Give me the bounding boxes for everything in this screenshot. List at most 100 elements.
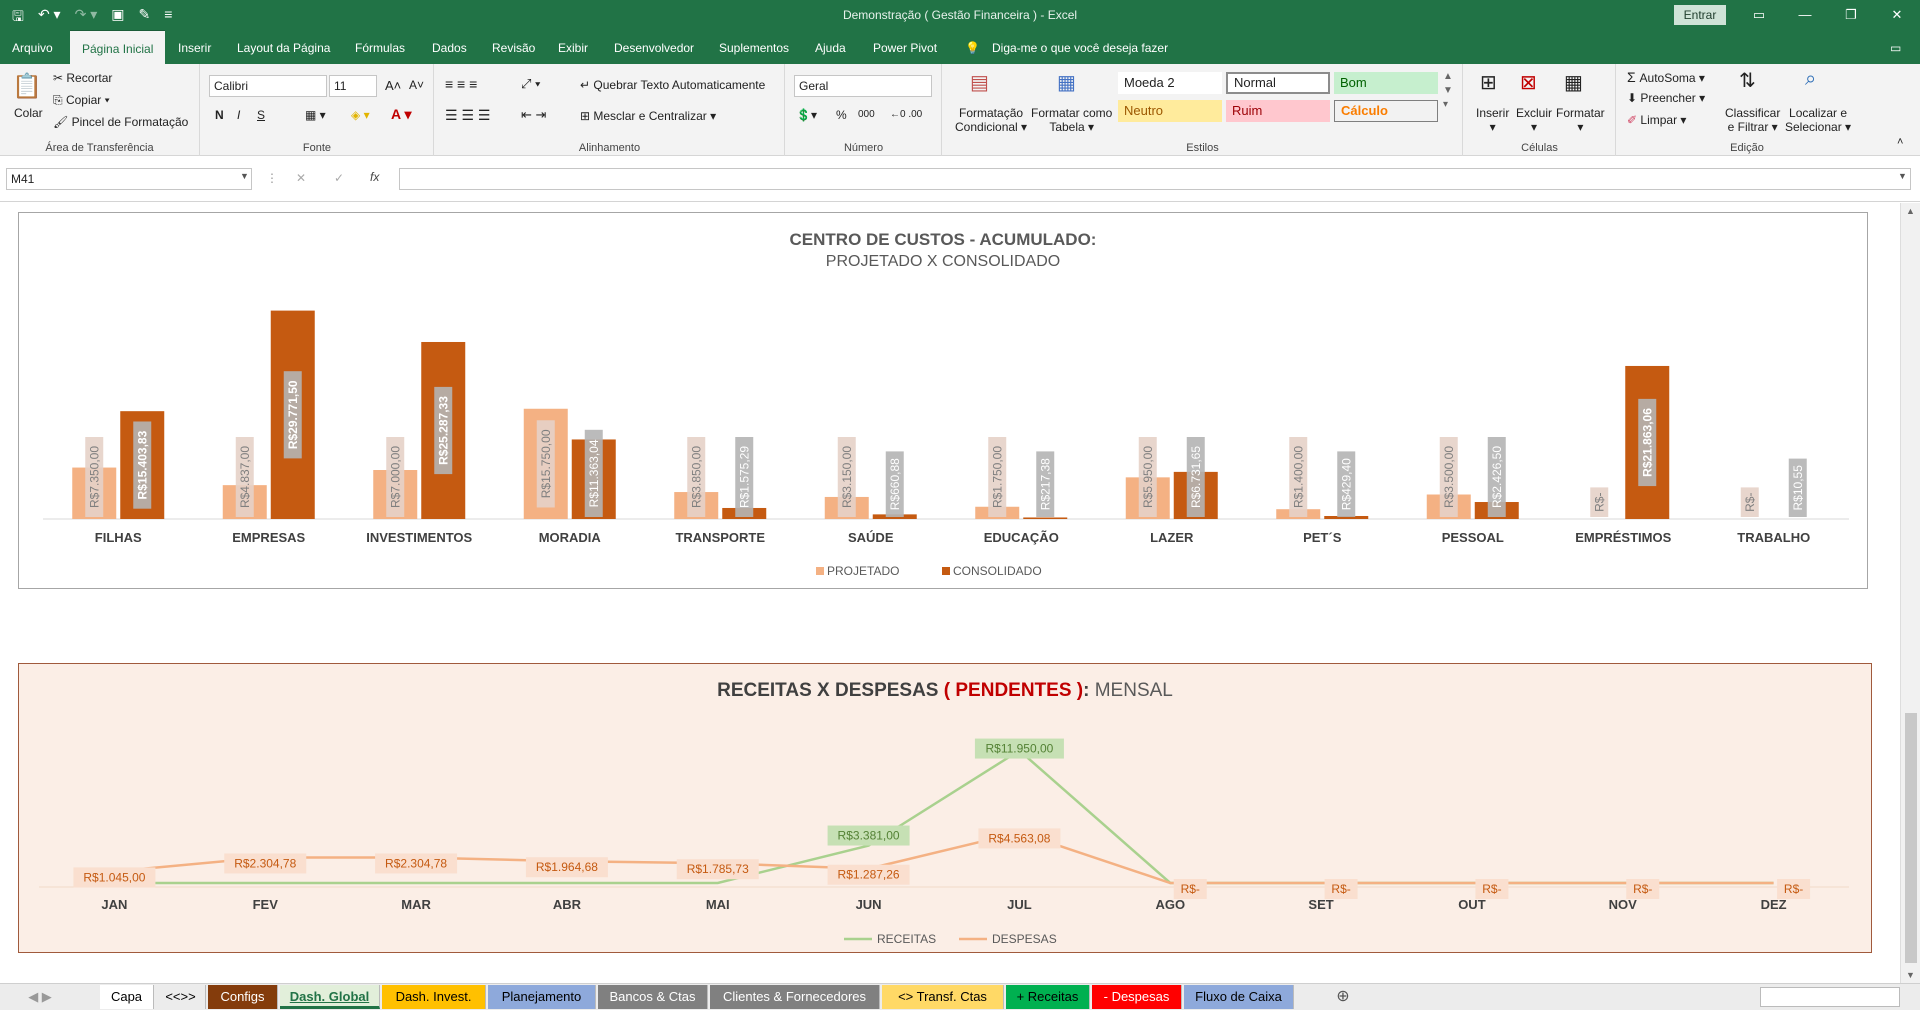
find-icon[interactable]: ⌕ bbox=[1805, 68, 1816, 91]
cut-button[interactable]: ✂ Recortar bbox=[53, 71, 112, 85]
tab-pagina-inicial[interactable]: Página Inicial bbox=[70, 30, 166, 64]
tab-suplementos[interactable]: Suplementos bbox=[719, 30, 789, 64]
tab-inserir[interactable]: Inserir bbox=[178, 30, 211, 64]
expand-formula-icon[interactable]: ▼ bbox=[1898, 171, 1907, 181]
autosum-button[interactable]: Σ AutoSoma ▾ bbox=[1627, 69, 1705, 85]
sheet-tab[interactable]: Configs bbox=[208, 985, 278, 1009]
conditional-format-icon[interactable]: ▤ bbox=[970, 70, 989, 95]
tab-layout[interactable]: Layout da Página bbox=[237, 30, 330, 64]
delete-cells-icon[interactable]: ⊠ bbox=[1520, 70, 1537, 95]
revenue-expense-chart[interactable]: RECEITAS X DESPESAS ( PENDENTES ): MENSA… bbox=[18, 663, 1872, 953]
sheet-tab[interactable]: Clientes & Fornecedores bbox=[710, 985, 880, 1009]
scroll-down-icon[interactable]: ▼ bbox=[1906, 970, 1915, 980]
sheet-tab[interactable]: Planejamento bbox=[488, 985, 596, 1009]
style-normal[interactable]: Normal bbox=[1226, 72, 1330, 94]
tab-nav-icon[interactable]: ◀ ▶ bbox=[20, 985, 60, 1009]
tab-power-pivot[interactable]: Power Pivot bbox=[873, 30, 937, 64]
insert-function-icon[interactable]: fx bbox=[370, 170, 379, 184]
decimal-icon[interactable]: ←0 .00 bbox=[890, 109, 922, 120]
style-neutro[interactable]: Neutro bbox=[1118, 100, 1222, 122]
font-color-icon[interactable]: A ▾ bbox=[391, 106, 412, 123]
style-calculo[interactable]: Cálculo bbox=[1334, 100, 1438, 122]
copy-button[interactable]: ⎘ Copiar ▾ bbox=[53, 93, 110, 108]
conditional-format-button[interactable]: Formatação Condicional ▾ bbox=[955, 106, 1027, 134]
point-label-text: R$- bbox=[1784, 882, 1803, 896]
sheet-tab[interactable]: Bancos & Ctas bbox=[598, 985, 708, 1009]
sheet-tab[interactable]: - Despesas bbox=[1092, 985, 1182, 1009]
paste-button[interactable]: Colar bbox=[14, 106, 43, 120]
tab-dados[interactable]: Dados bbox=[432, 30, 467, 64]
style-ruim[interactable]: Ruim bbox=[1226, 100, 1330, 122]
format-table-icon[interactable]: ▦ bbox=[1057, 70, 1076, 95]
clear-button[interactable]: ✐ Limpar ▾ bbox=[1627, 113, 1686, 127]
sheet-tab[interactable]: + Receitas bbox=[1006, 985, 1090, 1009]
collapse-ribbon-icon[interactable]: ˄ bbox=[1897, 136, 1903, 148]
scroll-thumb[interactable] bbox=[1905, 713, 1917, 963]
formula-input[interactable] bbox=[399, 168, 1911, 190]
format-as-table-button[interactable]: Formatar como Tabela ▾ bbox=[1031, 106, 1112, 134]
font-size-select[interactable]: 11 bbox=[329, 75, 377, 97]
cancel-icon[interactable]: ✕ bbox=[296, 171, 306, 185]
sort-filter-icon[interactable]: ⇅ bbox=[1739, 68, 1756, 93]
sheet-tab[interactable]: Dash. Invest. bbox=[382, 985, 486, 1009]
tab-desenvolvedor[interactable]: Desenvolvedor bbox=[614, 30, 694, 64]
scroll-up-icon[interactable]: ▲ bbox=[1906, 206, 1915, 216]
signin-button[interactable]: Entrar bbox=[1674, 5, 1726, 25]
comments-icon[interactable]: ▭ bbox=[1890, 30, 1901, 64]
sheet-tab[interactable]: Dash. Global bbox=[280, 985, 380, 1009]
ribbon-display-icon[interactable]: ▭ bbox=[1736, 0, 1782, 30]
find-select-button[interactable]: Localizar e Selecionar ▾ bbox=[1785, 106, 1851, 134]
worksheet[interactable]: CENTRO DE CUSTOS - ACUMULADO: PROJETADO … bbox=[0, 203, 1900, 983]
tab-formulas[interactable]: Fórmulas bbox=[355, 30, 405, 64]
insert-cells-icon[interactable]: ⊞ bbox=[1480, 70, 1497, 95]
font-name-select[interactable]: Calibri bbox=[209, 75, 327, 97]
sort-filter-button[interactable]: Classificar e Filtrar ▾ bbox=[1725, 106, 1780, 134]
shrink-font-icon[interactable]: A˅ bbox=[409, 78, 424, 92]
number-format-select[interactable]: Geral bbox=[794, 75, 932, 97]
minimize-icon[interactable]: — bbox=[1782, 0, 1828, 30]
tab-ajuda[interactable]: Ajuda bbox=[815, 30, 846, 64]
format-cells-button[interactable]: Formatar ▾ bbox=[1556, 106, 1605, 134]
tab-revisao[interactable]: Revisão bbox=[492, 30, 535, 64]
vertical-scrollbar[interactable]: ▲ ▼ bbox=[1900, 203, 1920, 983]
currency-icon[interactable]: 💲▾ bbox=[796, 108, 817, 122]
sheet-tab[interactable]: <> Transf. Ctas bbox=[882, 985, 1004, 1009]
tab-arquivo[interactable]: Arquivo bbox=[12, 30, 53, 64]
sheet-tab[interactable]: Capa bbox=[100, 985, 154, 1009]
borders-icon[interactable]: ▦ ▾ bbox=[305, 108, 326, 122]
grow-font-icon[interactable]: A˄ bbox=[385, 78, 401, 93]
align-top-icon[interactable]: ≡ ≡ ≡ bbox=[445, 76, 477, 92]
close-icon[interactable]: ✕ bbox=[1874, 0, 1920, 30]
add-sheet-icon[interactable]: ⊕ bbox=[1330, 985, 1356, 1009]
name-box-dropdown-icon[interactable]: ▼ bbox=[240, 171, 249, 181]
style-moeda2[interactable]: Moeda 2 bbox=[1118, 72, 1222, 94]
format-painter-button[interactable]: 🖌 Pincel de Formatação bbox=[53, 115, 188, 129]
tab-exibir[interactable]: Exibir bbox=[558, 30, 588, 64]
insert-cells-button[interactable]: Inserir ▾ bbox=[1476, 106, 1509, 134]
wrap-text-button[interactable]: ↵ Quebrar Texto Automaticamente bbox=[580, 78, 765, 92]
italic-button[interactable]: I bbox=[237, 108, 240, 122]
bold-button[interactable]: N bbox=[215, 108, 224, 122]
indent-icon[interactable]: ⇤ ⇥ bbox=[521, 107, 546, 123]
styles-scroll-icon[interactable]: ▲ ▼ ▾ bbox=[1443, 70, 1453, 112]
delete-cells-button[interactable]: Excluir ▾ bbox=[1516, 106, 1552, 134]
paste-icon[interactable]: 📋 bbox=[12, 72, 42, 101]
underline-button[interactable]: S bbox=[257, 108, 265, 122]
merge-center-button[interactable]: ⊞ Mesclar e Centralizar ▾ bbox=[580, 109, 716, 123]
cost-center-chart[interactable]: CENTRO DE CUSTOS - ACUMULADO: PROJETADO … bbox=[18, 212, 1868, 589]
fill-color-icon[interactable]: ◈ ▾ bbox=[351, 108, 370, 122]
orientation-icon[interactable]: ⤢ ▾ bbox=[521, 76, 540, 92]
percent-button[interactable]: % bbox=[836, 108, 847, 122]
tell-me-search[interactable]: Diga-me o que você deseja fazer bbox=[992, 30, 1168, 64]
enter-icon[interactable]: ✓ bbox=[334, 171, 344, 185]
sheet-tab[interactable]: Fluxo de Caixa bbox=[1184, 985, 1294, 1009]
sheet-tab[interactable]: <<>> bbox=[156, 985, 206, 1009]
thousands-button[interactable]: 000 bbox=[858, 109, 875, 120]
style-bom[interactable]: Bom bbox=[1334, 72, 1438, 94]
name-box[interactable]: M41 bbox=[6, 168, 252, 190]
horizontal-scrollbar[interactable] bbox=[1760, 987, 1900, 1007]
format-cells-icon[interactable]: ▦ bbox=[1564, 70, 1583, 95]
restore-icon[interactable]: ❐ bbox=[1828, 0, 1874, 30]
fill-button[interactable]: ⬇ Preencher ▾ bbox=[1627, 91, 1705, 105]
align-left-icon[interactable]: ☰ ☰ ☰ bbox=[445, 107, 490, 124]
